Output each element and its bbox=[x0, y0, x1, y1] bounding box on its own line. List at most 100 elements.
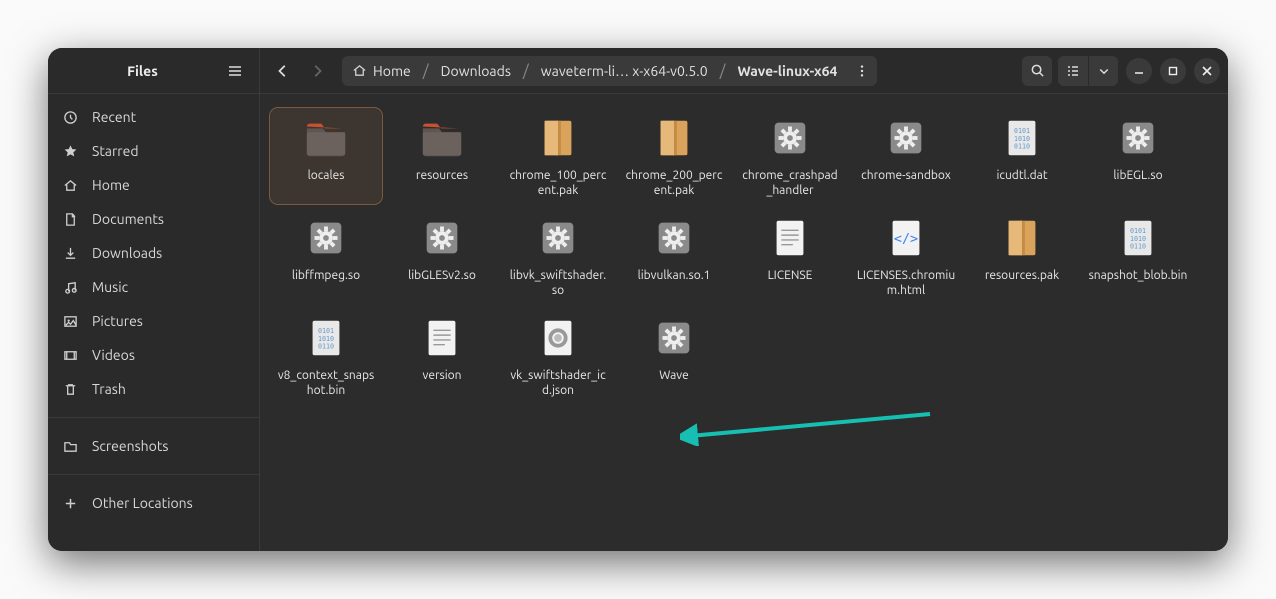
file-label: vk_swiftshader_icd.json bbox=[508, 368, 608, 398]
sidebar-item-pictures[interactable]: Pictures bbox=[48, 304, 259, 338]
file-item[interactable]: libEGL.so bbox=[1082, 108, 1194, 204]
view-list-button[interactable] bbox=[1058, 56, 1088, 86]
path-menu-button[interactable] bbox=[847, 56, 877, 86]
file-item[interactable]: chrome_200_percent.pak bbox=[618, 108, 730, 204]
package-icon bbox=[650, 114, 698, 162]
file-item[interactable]: 010110100110 v8_context_snapshot.bin bbox=[270, 308, 382, 404]
breadcrumb-segment[interactable]: Home bbox=[342, 56, 421, 86]
file-label: snapshot_blob.bin bbox=[1089, 268, 1188, 298]
file-item[interactable]: chrome_100_percent.pak bbox=[502, 108, 614, 204]
sidebar-item-screenshots[interactable]: Screenshots bbox=[48, 429, 259, 463]
header-right bbox=[1022, 56, 1220, 86]
minimize-button[interactable] bbox=[1126, 58, 1152, 84]
sidebar-header: Files bbox=[48, 48, 259, 94]
breadcrumb-segment[interactable]: waveterm-li… x-x64-v0.5.0 bbox=[531, 56, 718, 86]
star-icon bbox=[62, 143, 78, 159]
search-button[interactable] bbox=[1022, 56, 1052, 86]
picture-icon bbox=[62, 313, 78, 329]
close-icon bbox=[1202, 66, 1212, 76]
breadcrumb-label: waveterm-li… x-x64-v0.5.0 bbox=[541, 63, 708, 79]
sidebar-item-downloads[interactable]: Downloads bbox=[48, 236, 259, 270]
view-switcher bbox=[1058, 56, 1118, 86]
sidebar: Files Recent Starred Home Documents Down… bbox=[48, 48, 260, 551]
sidebar-item-recent[interactable]: Recent bbox=[48, 100, 259, 134]
plus-icon bbox=[62, 495, 78, 511]
file-item[interactable]: 010110100110 snapshot_blob.bin bbox=[1082, 208, 1194, 304]
sidebar-item-home[interactable]: Home bbox=[48, 168, 259, 202]
file-item[interactable]: resources bbox=[386, 108, 498, 204]
sidebar-item-starred[interactable]: Starred bbox=[48, 134, 259, 168]
file-item[interactable]: vk_swiftshader_icd.json bbox=[502, 308, 614, 404]
sidebar-item-label: Screenshots bbox=[92, 438, 168, 454]
file-label: libffmpeg.so bbox=[292, 268, 360, 298]
file-item[interactable]: </> LICENSES.chromium.html bbox=[850, 208, 962, 304]
home-icon bbox=[352, 63, 367, 78]
breadcrumb-separator: / bbox=[521, 56, 531, 86]
binary-icon: 010110100110 bbox=[998, 114, 1046, 162]
file-label: Wave bbox=[659, 368, 688, 398]
file-item[interactable]: chrome_crashpad_handler bbox=[734, 108, 846, 204]
app-title: Files bbox=[64, 63, 221, 79]
file-label: icudtl.dat bbox=[996, 168, 1047, 198]
sidebar-item-label: Pictures bbox=[92, 313, 143, 329]
file-item[interactable]: Wave bbox=[618, 308, 730, 404]
file-item[interactable]: version bbox=[386, 308, 498, 404]
sidebar-item-label: Recent bbox=[92, 109, 136, 125]
text-icon bbox=[418, 314, 466, 362]
file-item[interactable]: locales bbox=[270, 108, 382, 204]
sidebar-item-other-locations[interactable]: Other Locations bbox=[48, 486, 259, 520]
view-dropdown-button[interactable] bbox=[1088, 56, 1118, 86]
headerbar: Home/Downloads/waveterm-li… x-x64-v0.5.0… bbox=[260, 48, 1228, 94]
file-item[interactable]: resources.pak bbox=[966, 208, 1078, 304]
file-label: resources.pak bbox=[985, 268, 1059, 298]
file-label: chrome_crashpad_handler bbox=[740, 168, 840, 198]
file-item[interactable]: libvk_swiftshader.so bbox=[502, 208, 614, 304]
back-button[interactable] bbox=[268, 56, 298, 86]
package-icon bbox=[534, 114, 582, 162]
file-item[interactable]: libvulkan.so.1 bbox=[618, 208, 730, 304]
json-icon bbox=[534, 314, 582, 362]
sidebar-item-videos[interactable]: Videos bbox=[48, 338, 259, 372]
breadcrumb: Home/Downloads/waveterm-li… x-x64-v0.5.0… bbox=[342, 55, 1010, 87]
home-icon bbox=[62, 177, 78, 193]
sidebar-item-label: Documents bbox=[92, 211, 164, 227]
file-label: locales bbox=[308, 168, 345, 198]
download-icon bbox=[62, 245, 78, 261]
gear-icon bbox=[650, 214, 698, 262]
file-label: chrome-sandbox bbox=[861, 168, 951, 198]
sidebar-item-documents[interactable]: Documents bbox=[48, 202, 259, 236]
gear-icon bbox=[302, 214, 350, 262]
sidebar-item-music[interactable]: Music bbox=[48, 270, 259, 304]
breadcrumb-label: Wave-linux-x64 bbox=[737, 63, 837, 79]
sidebar-item-label: Downloads bbox=[92, 245, 162, 261]
binary-icon: 010110100110 bbox=[1114, 214, 1162, 262]
folder-icon bbox=[62, 438, 78, 454]
file-label: LICENSES.chromium.html bbox=[856, 268, 956, 298]
video-icon bbox=[62, 347, 78, 363]
hamburger-button[interactable] bbox=[221, 57, 249, 85]
text-icon bbox=[766, 214, 814, 262]
sidebar-item-label: Other Locations bbox=[92, 495, 193, 511]
file-item[interactable]: libffmpeg.so bbox=[270, 208, 382, 304]
minimize-icon bbox=[1134, 66, 1144, 76]
main-area: Home/Downloads/waveterm-li… x-x64-v0.5.0… bbox=[260, 48, 1228, 551]
breadcrumb-segment[interactable]: Downloads bbox=[431, 56, 521, 86]
search-icon bbox=[1030, 63, 1045, 78]
sidebar-item-trash[interactable]: Trash bbox=[48, 372, 259, 406]
file-label: v8_context_snapshot.bin bbox=[276, 368, 376, 398]
file-item[interactable]: chrome-sandbox bbox=[850, 108, 962, 204]
file-area[interactable]: locales resources chrome_100_percent.pak… bbox=[260, 94, 1228, 551]
file-item[interactable]: libGLESv2.so bbox=[386, 208, 498, 304]
file-label: chrome_100_percent.pak bbox=[508, 168, 608, 198]
maximize-button[interactable] bbox=[1160, 58, 1186, 84]
breadcrumb-segment[interactable]: Wave-linux-x64 bbox=[727, 56, 847, 86]
forward-button[interactable] bbox=[302, 56, 332, 86]
file-item[interactable]: LICENSE bbox=[734, 208, 846, 304]
file-item[interactable]: 010110100110 icudtl.dat bbox=[966, 108, 1078, 204]
html-icon: </> bbox=[882, 214, 930, 262]
sidebar-item-label: Trash bbox=[92, 381, 126, 397]
close-button[interactable] bbox=[1194, 58, 1220, 84]
music-icon bbox=[62, 279, 78, 295]
svg-text:0110: 0110 bbox=[1014, 143, 1030, 151]
sidebar-item-label: Music bbox=[92, 279, 128, 295]
